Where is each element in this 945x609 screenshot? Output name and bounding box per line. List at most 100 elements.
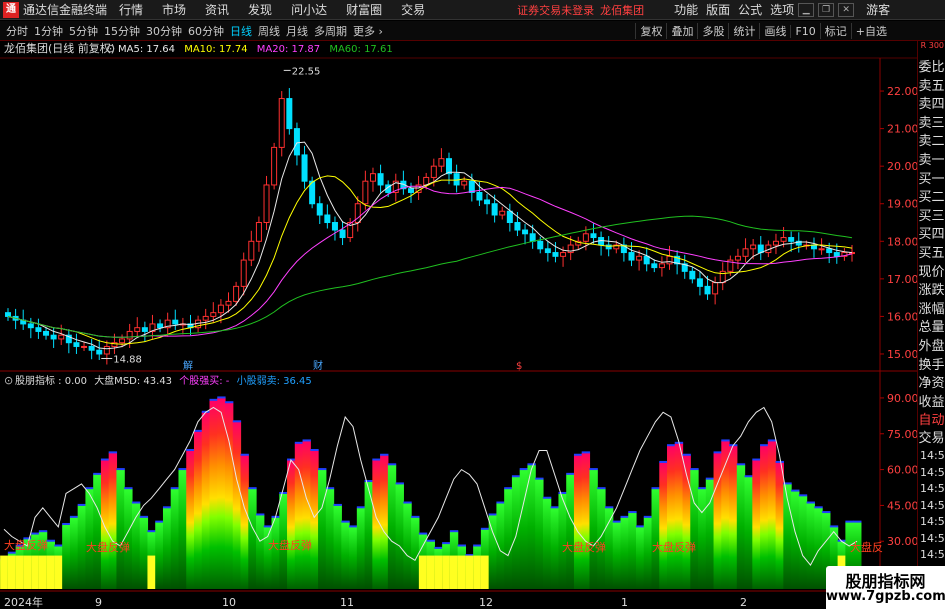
indicator-bar-cap [449,530,459,533]
indicator-bar [333,505,342,589]
indicator-bar-cap [263,525,273,528]
indicator-bar [209,400,218,589]
period-multi[interactable]: 多周期 [314,23,347,39]
indicator-bottom-block [434,555,443,589]
quote-field-13[interactable]: 涨幅 [918,301,945,320]
quote-field-12[interactable]: 涨跌 [918,282,945,301]
candle-body [35,327,42,332]
event-marker-finance[interactable]: 财 [313,359,323,372]
menu-layout[interactable]: 版面 [706,1,730,18]
menu-options[interactable]: 选项 [770,1,794,18]
indicator-bar [395,483,404,589]
tool-mark[interactable]: 标记 [819,23,851,39]
tool-draw-line[interactable]: 画线 [759,23,790,39]
candle-body [369,173,376,182]
quote-field-5[interactable]: 卖一 [918,152,945,171]
indicator-bottom-block [480,555,490,589]
candle-body [407,188,414,193]
quote-field-6[interactable]: 买一 [918,171,945,190]
period-15min[interactable]: 15分钟 [104,23,140,39]
price-tick-label: 19.00 [887,198,917,211]
menu-function[interactable]: 功能 [674,1,698,18]
indicator-bar-cap [333,503,342,506]
period-weekly[interactable]: 周线 [258,23,280,39]
tool-multi-stock[interactable]: 多股 [697,23,728,39]
quote-field-0[interactable]: 委比 [918,59,945,78]
guest-label[interactable]: 游客 [866,1,890,18]
tool-add-watchlist[interactable]: +自选 [850,23,891,39]
quote-field-1[interactable]: 卖五 [918,78,945,97]
quote-field-15[interactable]: 外盘 [918,338,945,357]
chart-area[interactable]: 龙佰集团(日线 前复权) ⊙ MA5: 17.64 MA10: 17.74 MA… [0,41,917,609]
indicator-bar-cap [643,515,653,518]
menu-news[interactable]: 资讯 [205,1,229,18]
trade-tab[interactable]: 交易 [918,430,945,448]
quote-field-9[interactable]: 买四 [918,226,945,245]
quote-field-14[interactable]: 总量 [918,319,945,338]
indicator-bar [581,452,591,589]
quote-field-4[interactable]: 卖二 [918,133,945,152]
indicator-bar-cap [752,458,761,461]
period-daily[interactable]: 日线 [230,23,252,39]
candle-body [491,203,498,216]
tool-adjust[interactable]: 复权 [635,23,666,39]
close-icon[interactable]: ✕ [838,2,855,17]
indicator-bottom-block [15,555,24,589]
quote-field-11[interactable]: 现价 [918,264,945,283]
indicator-bar [294,443,304,589]
restore-icon[interactable]: ❐ [818,2,835,17]
candle-body [331,222,338,231]
indicator-bar [124,488,133,589]
period-60min[interactable]: 60分钟 [188,23,224,39]
menu-wealth-circle[interactable]: 财富圈 [346,1,382,18]
event-marker-unlock[interactable]: 解 [183,359,193,372]
indicator-bar-cap [760,444,769,447]
indicator-bottom-block [0,555,9,589]
menu-market-quotes[interactable]: 行情 [119,1,143,18]
quote-field-7[interactable]: 买二 [918,189,945,208]
indicator-bars [0,396,862,589]
quote-field-3[interactable]: 卖三 [918,115,945,134]
indicator-bar [597,488,606,589]
indicator-bar [256,514,265,589]
quote-field-10[interactable]: 买五 [918,245,945,264]
candle-body [286,98,293,130]
event-marker-dividend[interactable]: $ [516,361,522,372]
indicator-bar-cap [411,515,420,518]
period-more[interactable]: 更多 › [353,23,383,39]
menu-ask-xiaoda[interactable]: 问小达 [291,1,327,18]
period-30min[interactable]: 30分钟 [146,23,182,39]
period-5min[interactable]: 5分钟 [69,23,98,39]
auto-toggle[interactable]: 自动 [918,412,945,430]
tool-overlay[interactable]: 叠加 [666,23,697,39]
candle-body [141,327,148,332]
menu-discover[interactable]: 发现 [248,1,272,18]
period-intraday[interactable]: 分时 [6,23,28,39]
quote-field-16[interactable]: 换手 [918,357,945,376]
indicator-bar-cap [581,451,591,454]
main-chart-toggle-icon[interactable]: ⊙ [106,42,115,55]
quote-field-8[interactable]: 买三 [918,208,945,227]
candle-body [134,327,141,332]
quote-field-2[interactable]: 卖四 [918,96,945,115]
indicator-bar [341,522,350,589]
menu-trade[interactable]: 交易 [401,1,425,18]
indicator-bar-cap [511,475,521,478]
candle-body [240,259,247,287]
price-axis: 22.00 21.00 20.00 19.00 18.00 17.00 16.00 15.00 [880,85,917,361]
menu-formula[interactable]: 公式 [738,1,762,18]
ma5-line [7,141,853,350]
login-status[interactable]: 证券交易未登录 [517,2,594,18]
indicator-bar-cap [628,511,637,514]
quote-field-18[interactable]: 收益 [918,394,945,413]
tool-f10[interactable]: F10 [790,24,819,38]
indicator-bar-cap [775,460,784,463]
indicator-bar [698,488,707,589]
period-1min[interactable]: 1分钟 [34,23,63,39]
tool-statistics[interactable]: 统计 [728,23,759,39]
indicator-toggle-icon[interactable]: ⊙ [4,374,13,387]
quote-field-17[interactable]: 净资 [918,375,945,394]
period-monthly[interactable]: 月线 [286,23,308,39]
menu-market[interactable]: 市场 [162,1,186,18]
minimize-icon[interactable]: ▁ [798,2,815,17]
